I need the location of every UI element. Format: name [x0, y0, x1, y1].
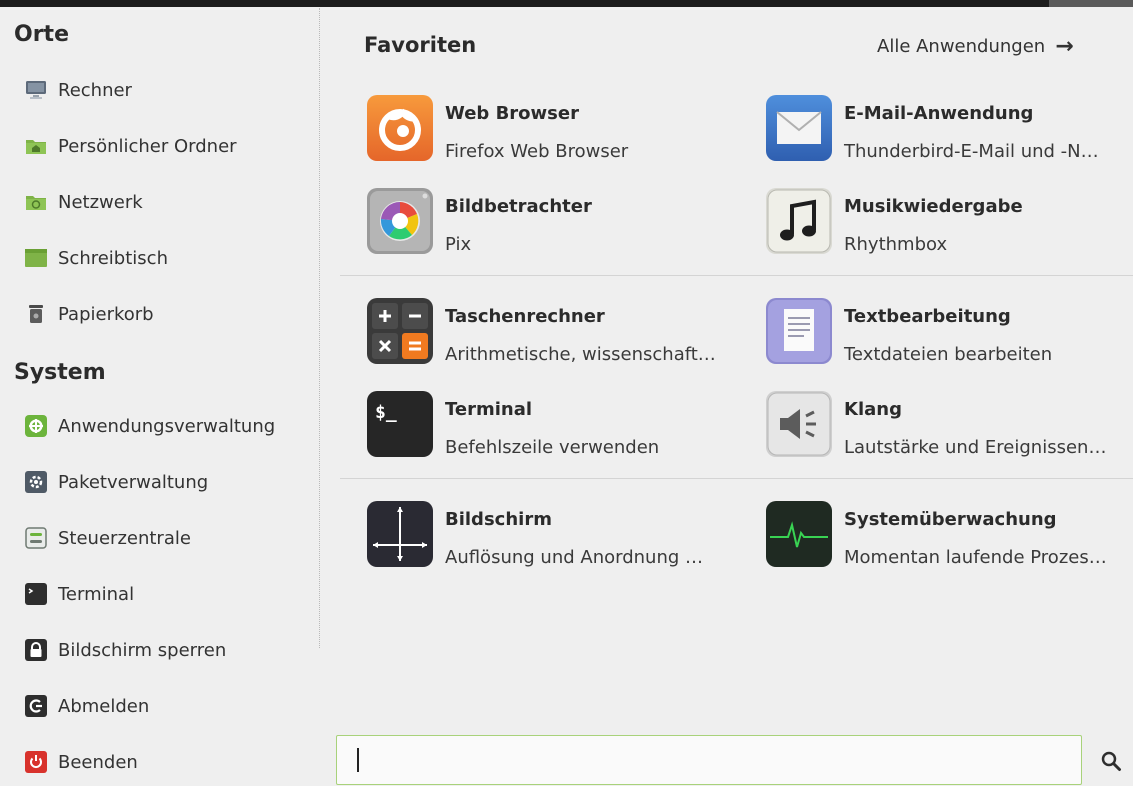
favorite-app-system-monitor[interactable]: Systemüberwachung Momentan laufende Proz… — [766, 501, 1133, 573]
favorite-app-image-viewer[interactable]: Bildbetrachter Pix — [367, 188, 737, 260]
favorite-app-music[interactable]: Musikwiedergabe Rhythmbox — [766, 188, 1133, 260]
system-item-control-center[interactable]: Steuerzentrale — [24, 518, 191, 558]
places-title: Orte — [14, 22, 69, 47]
app-name: Bildbetrachter — [445, 196, 592, 217]
search-input[interactable] — [336, 735, 1082, 785]
app-description: Arithmetische, wissenschaft… — [445, 344, 716, 365]
app-name: Taschenrechner — [445, 306, 605, 327]
system-item-shutdown[interactable]: Beenden — [24, 742, 138, 782]
system-item-label: Anwendungsverwaltung — [58, 415, 276, 437]
all-applications-label: Alle Anwendungen — [877, 36, 1046, 57]
system-item-label: Paketverwaltung — [58, 471, 209, 493]
favorites-separator — [340, 275, 1133, 276]
image-viewer-icon — [367, 188, 433, 254]
favorite-app-terminal[interactable]: $_ Terminal Befehlszeile verwenden — [367, 391, 737, 463]
trash-icon — [24, 302, 48, 326]
app-description: Pix — [445, 234, 472, 255]
home-folder-icon — [24, 134, 48, 158]
system-item-package-manager[interactable]: Paketverwaltung — [24, 462, 208, 502]
app-name: Terminal — [445, 399, 533, 420]
app-description: Momentan laufende Prozes… — [844, 547, 1107, 568]
system-item-label: Steuerzentrale — [58, 527, 191, 549]
favorites-title: Favoriten — [364, 33, 477, 57]
terminal-icon — [24, 582, 48, 606]
top-corner — [1049, 0, 1133, 7]
system-monitor-icon — [766, 501, 832, 567]
app-description: Auflösung und Anordnung … — [445, 547, 703, 568]
system-item-label: Bildschirm sperren — [58, 639, 227, 661]
places-item-desktop[interactable]: Schreibtisch — [24, 238, 168, 278]
all-applications-button[interactable]: Alle Anwendungen → — [877, 34, 1074, 59]
app-description: Befehlszeile verwenden — [445, 437, 660, 458]
places-item-label: Netzwerk — [58, 191, 143, 213]
computer-icon — [24, 78, 48, 102]
places-item-home[interactable]: Persönlicher Ordner — [24, 126, 237, 166]
favorite-app-web-browser[interactable]: Web Browser Firefox Web Browser — [367, 95, 737, 167]
favorites-separator — [340, 478, 1133, 479]
system-item-label: Beenden — [58, 751, 138, 773]
display-icon — [367, 501, 433, 567]
app-name: Web Browser — [445, 103, 579, 124]
places-item-label: Papierkorb — [58, 303, 154, 325]
app-description: Firefox Web Browser — [445, 141, 629, 162]
search-icon[interactable] — [1100, 750, 1122, 772]
favorite-app-sound[interactable]: Klang Lautstärke und Ereignissen… — [766, 391, 1133, 463]
system-item-lock-screen[interactable]: Bildschirm sperren — [24, 630, 226, 670]
sound-icon — [766, 391, 832, 457]
favorite-app-email[interactable]: E-Mail-Anwendung Thunderbird-E-Mail und … — [766, 95, 1133, 167]
firefox-icon — [367, 95, 433, 161]
text-editor-icon — [766, 298, 832, 364]
favorite-app-text-editor[interactable]: Textbearbeitung Textdateien bearbeiten — [766, 298, 1133, 370]
text-caret — [357, 748, 359, 772]
terminal-app-icon: $_ — [367, 391, 433, 457]
places-item-trash[interactable]: Papierkorb — [24, 294, 154, 334]
system-item-label: Abmelden — [58, 695, 150, 717]
system-item-terminal[interactable]: Terminal — [24, 574, 134, 614]
favorite-app-calculator[interactable]: Taschenrechner Arithmetische, wissenscha… — [367, 298, 737, 370]
lock-icon — [24, 638, 48, 662]
app-name: Textbearbeitung — [844, 306, 1011, 327]
app-description: Thunderbird-E-Mail und -N… — [844, 141, 1099, 162]
power-icon — [24, 750, 48, 774]
app-name: Musikwiedergabe — [844, 196, 1023, 217]
places-item-label: Persönlicher Ordner — [58, 135, 237, 157]
logout-icon — [24, 694, 48, 718]
places-item-network[interactable]: Netzwerk — [24, 182, 143, 222]
package-manager-icon — [24, 470, 48, 494]
system-item-software-manager[interactable]: Anwendungsverwaltung — [24, 406, 275, 446]
control-center-icon — [24, 526, 48, 550]
app-description: Lautstärke und Ereignissen… — [844, 437, 1107, 458]
app-name: E-Mail-Anwendung — [844, 103, 1034, 124]
system-item-logout[interactable]: Abmelden — [24, 686, 149, 726]
places-item-computer[interactable]: Rechner — [24, 70, 132, 110]
app-name: Systemüberwachung — [844, 509, 1057, 530]
app-name: Klang — [844, 399, 902, 420]
software-manager-icon — [24, 414, 48, 438]
music-icon — [766, 188, 832, 254]
places-item-label: Schreibtisch — [58, 247, 168, 269]
system-item-label: Terminal — [58, 583, 135, 605]
panel-divider — [319, 8, 320, 648]
calculator-icon — [367, 298, 433, 364]
arrow-right-icon: → — [1055, 34, 1074, 59]
places-item-label: Rechner — [58, 79, 132, 101]
app-description: Textdateien bearbeiten — [844, 344, 1053, 365]
desktop-folder-icon — [24, 246, 48, 270]
system-title: System — [14, 360, 106, 385]
top-panel-strip — [0, 0, 1133, 7]
favorite-app-display[interactable]: Bildschirm Auflösung und Anordnung … — [367, 501, 737, 573]
app-name: Bildschirm — [445, 509, 552, 530]
svg-text:$_: $_ — [375, 402, 397, 423]
network-folder-icon — [24, 190, 48, 214]
mail-icon — [766, 95, 832, 161]
app-description: Rhythmbox — [844, 234, 948, 255]
